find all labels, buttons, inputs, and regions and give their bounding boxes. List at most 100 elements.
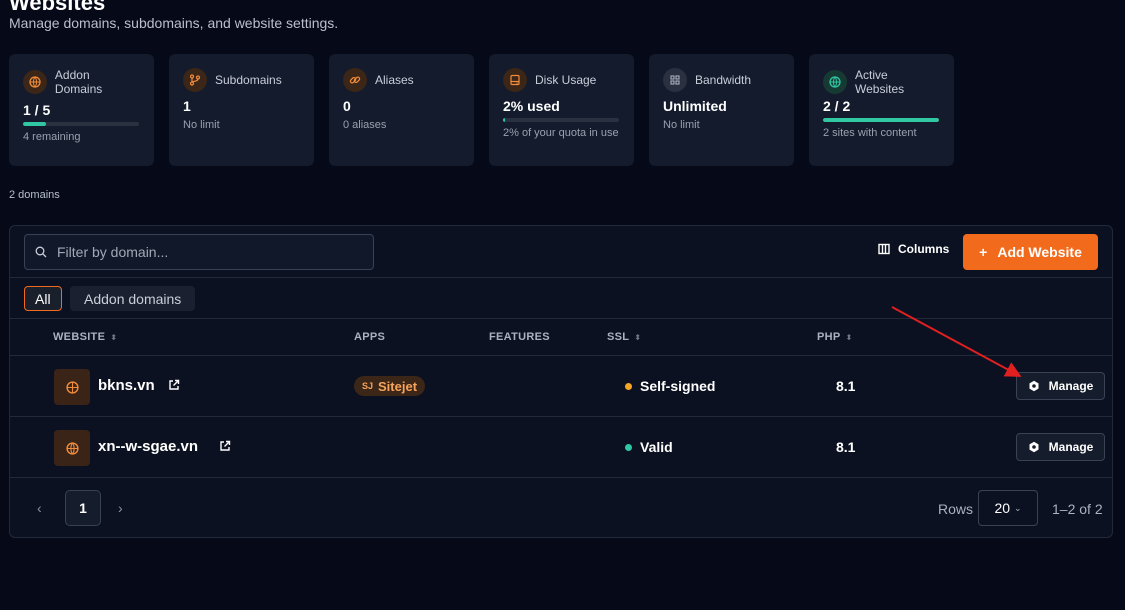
column-header-ssl[interactable]: SSL ⬍ xyxy=(607,331,641,343)
sitejet-icon: SJ xyxy=(362,381,374,391)
stat-label: Disk Usage xyxy=(535,73,597,87)
ssl-status-dot xyxy=(625,443,632,451)
stat-label: Aliases xyxy=(375,73,414,87)
disk-icon xyxy=(503,68,527,92)
stat-card-addon-domains: Addon Domains 1 / 5 4 remaining xyxy=(9,54,154,166)
stat-note: No limit xyxy=(663,119,700,131)
table-row: bkns.vn SJ Sitejet Self-signed 8.1 Manag… xyxy=(10,356,1112,417)
column-header-features: FEATURES xyxy=(489,331,550,343)
stat-note: 2% of your quota in use xyxy=(503,127,619,139)
stat-label: Bandwidth xyxy=(695,73,752,87)
page-button-current[interactable]: 1 xyxy=(65,490,101,526)
stat-label: Subdomains xyxy=(215,73,282,87)
page-range: 1–2 of 2 xyxy=(1052,501,1103,517)
column-header-label: APPS xyxy=(354,331,386,343)
stat-value: 1 / 5 xyxy=(23,102,51,118)
column-header-apps: APPS xyxy=(354,331,385,343)
link-icon xyxy=(343,68,367,92)
stat-value: 2% used xyxy=(503,98,560,114)
stat-progress-bar xyxy=(823,118,939,122)
column-header-label: FEATURES xyxy=(489,331,550,343)
stat-label: Addon Domains xyxy=(54,68,103,96)
stat-label: Active Websites xyxy=(855,68,905,96)
search-icon xyxy=(35,246,47,258)
table-row: xn--w-sgae.vn Valid 8.1 Manage xyxy=(10,417,1112,478)
stat-progress-fill xyxy=(503,118,506,122)
stat-card-disk-usage: Disk Usage 2% used 2% of your quota in u… xyxy=(489,54,634,166)
manage-button[interactable]: Manage xyxy=(1016,433,1105,461)
plus-icon: + xyxy=(979,244,988,260)
stat-note: 0 aliases xyxy=(343,119,387,131)
stat-value: 1 xyxy=(183,98,191,114)
php-version: 8.1 xyxy=(836,439,856,455)
rows-label: Rows xyxy=(938,501,974,517)
settings-icon xyxy=(1029,380,1039,392)
stat-value: Unlimited xyxy=(663,98,727,114)
stat-progress-fill xyxy=(823,118,939,122)
ssl-status-label: Self-signed xyxy=(640,378,716,394)
filter-chip-addon-domains[interactable]: Addon domains xyxy=(70,286,196,311)
columns-icon xyxy=(878,243,890,255)
stat-note: 2 sites with content xyxy=(823,127,917,139)
manage-label: Manage xyxy=(1048,379,1094,393)
column-header-website[interactable]: WEBSITE ⬍ xyxy=(53,331,117,343)
rows-per-page-select[interactable]: 20 ⌄ xyxy=(978,490,1038,526)
search-input[interactable] xyxy=(57,244,347,260)
stat-card-bandwidth: Bandwidth Unlimited No limit xyxy=(649,54,794,166)
search-box[interactable] xyxy=(24,234,374,270)
stat-progress-bar xyxy=(23,122,139,126)
stat-progress-fill xyxy=(23,122,47,126)
ssl-status: Self-signed xyxy=(625,378,715,394)
site-globe-icon xyxy=(54,369,90,405)
external-link-icon[interactable] xyxy=(219,440,231,452)
table-header: WEBSITE ⬍ APPS FEATURES SSL ⬍ PHP ⬍ xyxy=(10,319,1112,356)
filter-chips: All Addon domains xyxy=(10,278,1112,319)
stat-card-subdomains: Subdomains 1 No limit xyxy=(169,54,314,166)
settings-icon xyxy=(1029,441,1039,453)
stat-note: No limit xyxy=(183,119,220,131)
manage-label: Manage xyxy=(1048,440,1094,454)
sort-icon: ⬍ xyxy=(634,332,642,342)
app-badge-sitejet[interactable]: SJ Sitejet xyxy=(354,376,426,396)
stat-progress-bar xyxy=(503,118,619,122)
globe-icon xyxy=(823,70,847,94)
column-header-label: PHP xyxy=(817,331,841,343)
site-name-link[interactable]: xn--w-sgae.vn xyxy=(98,438,198,455)
filter-chip-all[interactable]: All xyxy=(24,286,62,311)
app-badge-label: Sitejet xyxy=(378,378,418,394)
chevron-right-icon[interactable]: › xyxy=(118,500,123,516)
stats-row: Addon Domains 1 / 5 4 remaining Subdomai… xyxy=(9,54,954,166)
column-header-php[interactable]: PHP ⬍ xyxy=(817,331,853,343)
column-header-label: WEBSITE xyxy=(53,331,106,343)
site-name-link[interactable]: bkns.vn xyxy=(98,377,155,394)
chevron-down-icon: ⌄ xyxy=(1014,502,1022,513)
stat-value: 0 xyxy=(343,98,351,114)
table-toolbar: Columns + Add Website xyxy=(10,226,1112,278)
websites-table-panel: Columns + Add Website All Addon domains … xyxy=(9,225,1113,538)
stat-value: 2 / 2 xyxy=(823,98,851,114)
stat-card-active-websites: Active Websites 2 / 2 2 sites with conte… xyxy=(809,54,954,166)
rows-per-page-value: 20 xyxy=(994,500,1011,516)
external-link-icon[interactable] xyxy=(168,379,180,391)
add-website-button[interactable]: + Add Website xyxy=(963,234,1098,270)
pagination: ‹ 1 › Rows 20 ⌄ 1–2 of 2 xyxy=(10,478,1112,538)
domains-count: 2 domains xyxy=(9,189,60,201)
grid-icon xyxy=(663,68,687,92)
sort-icon: ⬍ xyxy=(110,332,118,342)
stat-card-aliases: Aliases 0 0 aliases xyxy=(329,54,474,166)
php-version: 8.1 xyxy=(836,378,856,394)
stat-note: 4 remaining xyxy=(23,131,81,143)
manage-button[interactable]: Manage xyxy=(1016,372,1105,400)
site-globe-icon xyxy=(54,430,90,466)
ssl-status-label: Valid xyxy=(640,439,673,455)
columns-button[interactable]: Columns xyxy=(878,242,949,256)
sort-icon: ⬍ xyxy=(845,332,853,342)
columns-label: Columns xyxy=(898,242,950,256)
branch-icon xyxy=(183,68,207,92)
ssl-status-dot xyxy=(625,382,632,390)
add-website-label: Add Website xyxy=(997,244,1082,260)
page-subtitle: Manage domains, subdomains, and website … xyxy=(9,15,339,31)
chevron-left-icon[interactable]: ‹ xyxy=(37,500,42,516)
ssl-status: Valid xyxy=(625,439,673,455)
globe-icon xyxy=(23,70,47,94)
